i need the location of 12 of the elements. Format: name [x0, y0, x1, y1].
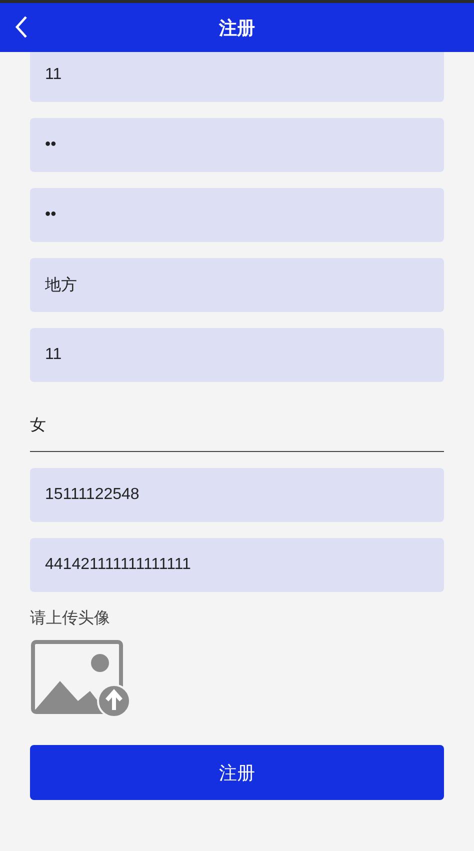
input-field[interactable]: ••: [30, 188, 444, 242]
input-field[interactable]: 女: [30, 400, 444, 452]
register-button[interactable]: 注册: [30, 745, 444, 800]
input-field[interactable]: 441421111111111111: [30, 538, 444, 592]
upload-label: 请上传头像: [30, 608, 111, 629]
input-field[interactable]: 11: [30, 328, 444, 382]
page-title: 注册: [219, 16, 255, 40]
back-icon: [14, 15, 28, 39]
input-field[interactable]: 15111122548: [30, 468, 444, 522]
input-field[interactable]: ••: [30, 118, 444, 172]
input-field[interactable]: 地方: [30, 258, 444, 312]
image-upload-icon[interactable]: [30, 639, 130, 719]
